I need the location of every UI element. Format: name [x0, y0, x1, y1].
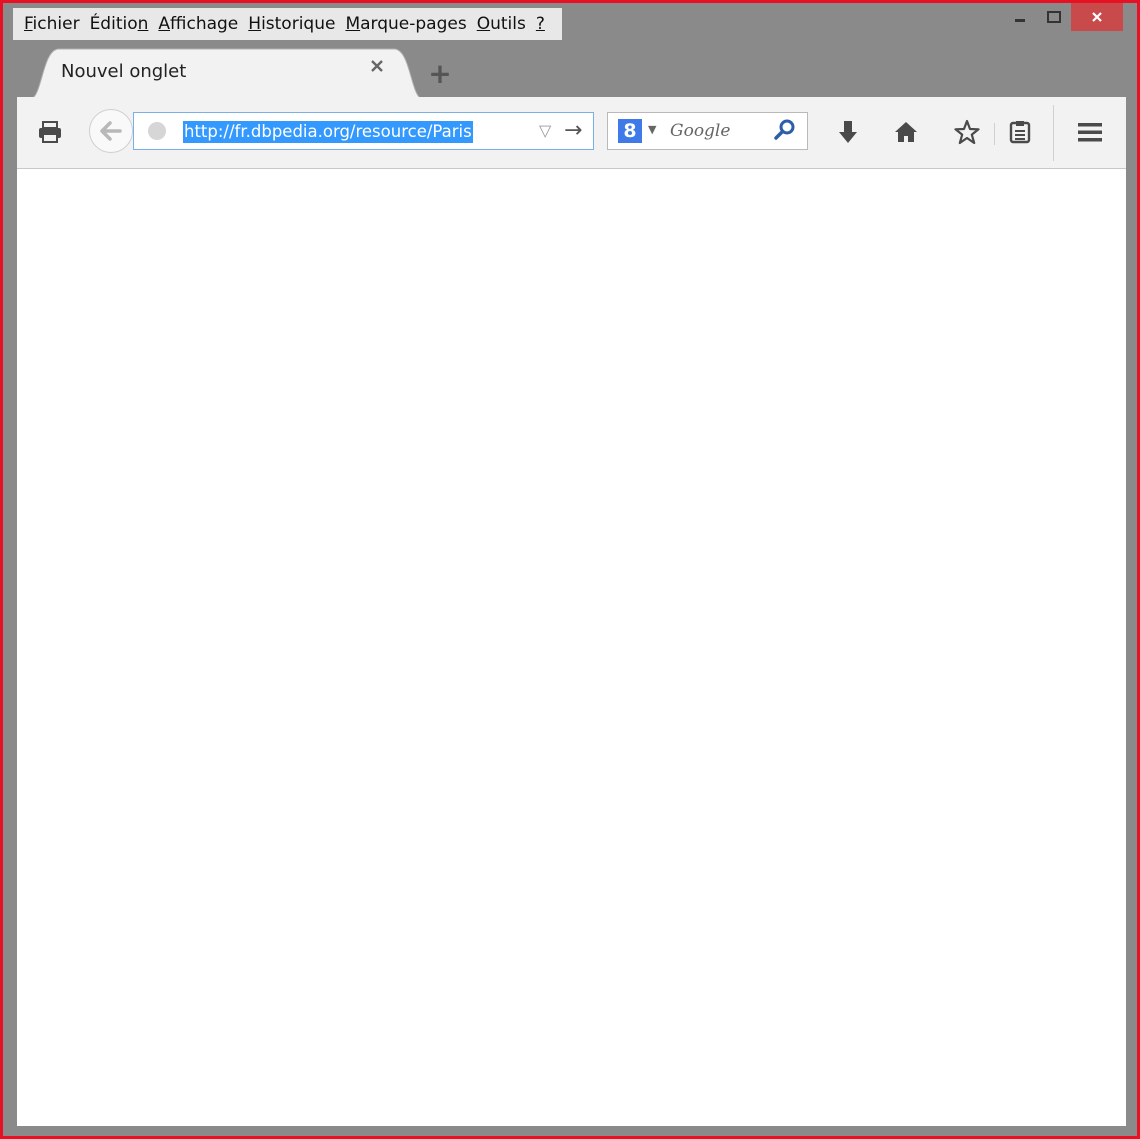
- search-button[interactable]: [774, 119, 796, 145]
- menu-historique[interactable]: Historique: [243, 8, 340, 40]
- tab-close-button[interactable]: [370, 59, 394, 83]
- tab-nouvel-onglet[interactable]: Nouvel onglet: [30, 47, 423, 99]
- toolbar-separator: [1053, 105, 1054, 161]
- star-icon: [954, 119, 980, 145]
- new-tab-button[interactable]: +: [425, 56, 455, 90]
- page-content[interactable]: [17, 169, 1126, 1126]
- menu-marque-pages[interactable]: Marque-pages: [340, 8, 471, 40]
- minimize-button[interactable]: [1003, 3, 1037, 31]
- minimize-icon: [1015, 19, 1025, 22]
- url-bar[interactable]: http://fr.dbpedia.org/resource/Paris ▽ →: [133, 112, 594, 150]
- back-button[interactable]: [89, 109, 133, 153]
- engine-dropdown-icon[interactable]: ▼: [648, 123, 656, 136]
- close-window-button[interactable]: [1071, 3, 1123, 31]
- menu-fichier[interactable]: Fichier: [19, 8, 85, 40]
- home-button[interactable]: [891, 117, 921, 147]
- home-icon: [895, 122, 917, 142]
- close-icon: [371, 60, 383, 72]
- hamburger-menu-icon: [1078, 123, 1102, 142]
- menu-edition[interactable]: Édition: [85, 8, 154, 40]
- google-engine-icon[interactable]: 8: [618, 119, 642, 143]
- printer-icon: [39, 121, 61, 143]
- url-dropdown-icon[interactable]: ▽: [539, 121, 551, 140]
- browser-window: Fichier Édition Affichage Historique Mar…: [0, 0, 1140, 1139]
- plus-icon: +: [428, 56, 452, 90]
- magnifier-icon: [774, 119, 795, 140]
- navigation-toolbar: http://fr.dbpedia.org/resource/Paris ▽ →…: [17, 97, 1126, 169]
- downloads-button[interactable]: [833, 117, 863, 147]
- url-input[interactable]: http://fr.dbpedia.org/resource/Paris: [183, 121, 473, 143]
- download-arrow-icon: [839, 121, 857, 143]
- bookmark-star-button[interactable]: [952, 117, 982, 147]
- open-menu-button[interactable]: [1075, 117, 1105, 147]
- menu-outils[interactable]: Outils: [472, 8, 531, 40]
- bookmarks-list-icon: [1009, 121, 1031, 144]
- maximize-button[interactable]: [1037, 3, 1071, 31]
- menu-affichage[interactable]: Affichage: [153, 8, 243, 40]
- back-arrow-icon: [100, 121, 122, 141]
- close-icon: [1092, 12, 1102, 22]
- search-placeholder: Google: [670, 121, 731, 141]
- search-bar[interactable]: 8 ▼ Google: [607, 112, 808, 150]
- go-arrow-icon[interactable]: →: [564, 118, 582, 143]
- bookmarks-menu-button[interactable]: [1005, 117, 1035, 147]
- print-button[interactable]: [35, 117, 65, 147]
- toolbar-separator: [994, 123, 995, 145]
- window-controls: [1003, 3, 1123, 35]
- maximize-icon: [1047, 11, 1061, 23]
- menu-bar: Fichier Édition Affichage Historique Mar…: [13, 8, 562, 40]
- globe-icon: [148, 122, 166, 140]
- tab-title: Nouvel onglet: [61, 61, 187, 82]
- menu-help[interactable]: ?: [531, 8, 550, 40]
